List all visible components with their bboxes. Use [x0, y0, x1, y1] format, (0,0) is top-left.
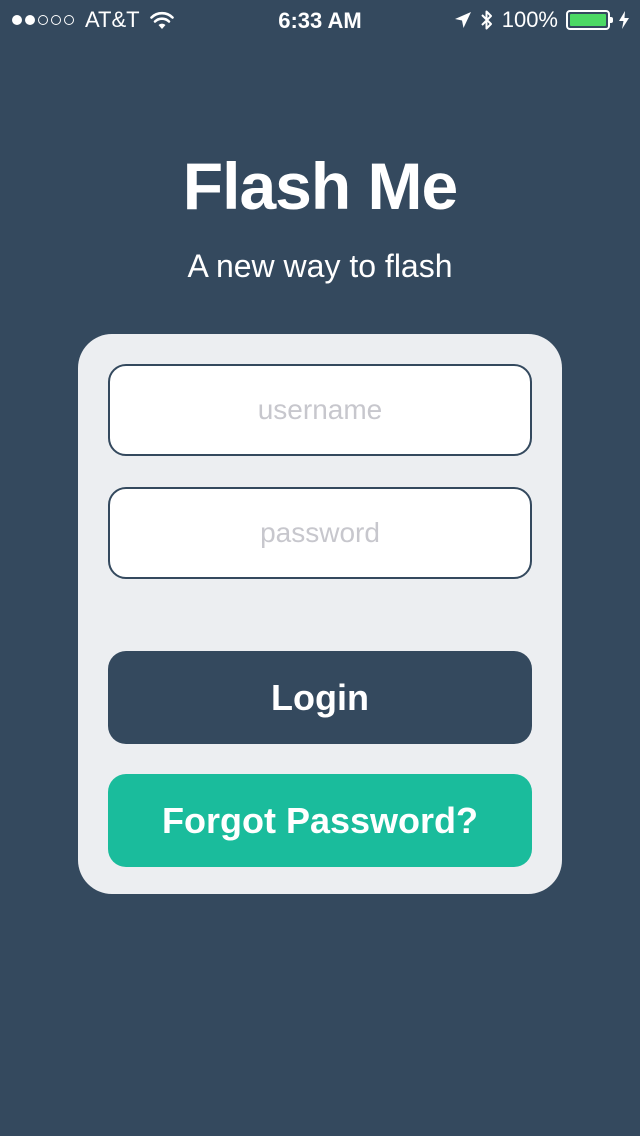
- status-bar: AT&T 6:33 AM 100%: [0, 0, 640, 40]
- location-arrow-icon: [454, 12, 471, 28]
- password-field[interactable]: [108, 487, 532, 579]
- app-subtitle: A new way to flash: [187, 248, 453, 284]
- battery-percent: 100%: [501, 7, 558, 32]
- status-right: 100%: [446, 7, 630, 32]
- forgot-password-button[interactable]: Forgot Password?: [108, 774, 532, 867]
- login-button[interactable]: Login: [108, 651, 532, 744]
- bluetooth-icon: [481, 10, 492, 30]
- battery-icon: [566, 10, 613, 30]
- charging-bolt-icon: [619, 11, 629, 29]
- app-title: Flash Me: [182, 149, 458, 223]
- login-card: Login Forgot Password?: [78, 334, 562, 894]
- username-field[interactable]: [108, 364, 532, 456]
- battery-level: [570, 14, 606, 26]
